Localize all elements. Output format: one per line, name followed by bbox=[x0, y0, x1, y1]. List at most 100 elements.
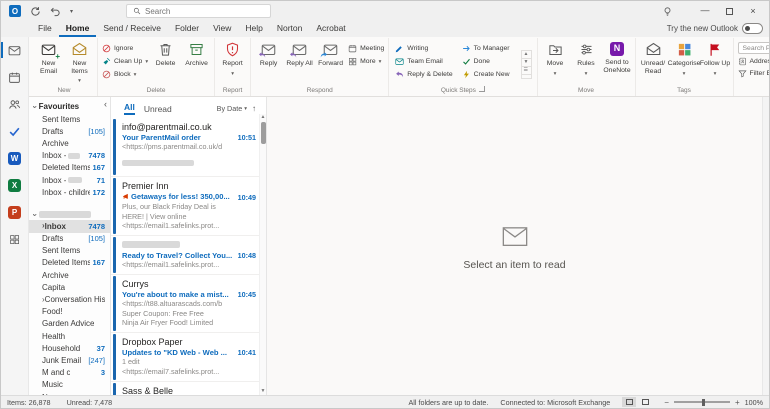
new-items-button[interactable]: New Items ▾ bbox=[64, 38, 95, 86]
tab-send-receive[interactable]: Send / Receive bbox=[96, 21, 168, 37]
zoom-level[interactable]: 100% bbox=[745, 398, 763, 407]
unread-read-button[interactable]: Unread/ Read bbox=[638, 38, 669, 75]
message-row[interactable]: Ready to Travel? Collect You... 10:48 <ht… bbox=[111, 236, 259, 276]
filter-unread-tab[interactable]: Unread bbox=[144, 104, 172, 114]
move-button[interactable]: Move ▾ bbox=[540, 38, 571, 78]
folder-junk-email[interactable]: Junk Email [247] bbox=[29, 354, 110, 366]
folder-inbox-children-fav[interactable]: Inbox - children...172 bbox=[29, 186, 110, 198]
block-button[interactable]: Block ▾ bbox=[102, 70, 148, 79]
folder-deleted-items-fav[interactable]: Deleted Items 167 bbox=[29, 162, 110, 174]
reading-pane-scrollbar-track[interactable] bbox=[762, 97, 769, 395]
scroll-up-icon[interactable]: ▲ bbox=[261, 114, 266, 121]
rail-todo[interactable] bbox=[1, 123, 28, 139]
favourites-header[interactable]: › Favourites bbox=[29, 98, 110, 113]
forward-button[interactable]: Forward bbox=[315, 38, 346, 68]
zoom-out-button[interactable]: − bbox=[664, 398, 669, 407]
report-button[interactable]: Report ▾ bbox=[217, 38, 248, 78]
folder-garden-advice[interactable]: Garden Advice bbox=[29, 318, 110, 330]
quick-step-done[interactable]: Done bbox=[462, 57, 510, 66]
tab-acrobat[interactable]: Acrobat bbox=[309, 21, 352, 37]
maximize-button[interactable] bbox=[717, 1, 741, 21]
filter-all-tab[interactable]: All bbox=[124, 102, 135, 115]
message-row[interactable]: Dropbox Paper Updates to "KD Web - Web .… bbox=[111, 333, 259, 382]
reply-button[interactable]: Reply bbox=[253, 38, 284, 68]
quick-step-writing[interactable]: Writing bbox=[395, 44, 452, 53]
tab-help[interactable]: Help bbox=[238, 21, 269, 37]
folder-sent-items-fav[interactable]: Sent Items bbox=[29, 113, 110, 125]
folder-food[interactable]: Food! bbox=[29, 306, 110, 318]
rail-mail[interactable] bbox=[1, 42, 28, 58]
message-row[interactable]: Sass & Belle Up to 40% off | Black Frida… bbox=[111, 382, 259, 395]
minimize-folder-pane-icon[interactable]: ‹ bbox=[104, 100, 107, 109]
zoom-slider-thumb[interactable] bbox=[701, 398, 705, 406]
normal-view-button[interactable] bbox=[622, 397, 637, 407]
follow-up-button[interactable]: Follow Up ▾ bbox=[700, 38, 731, 78]
new-outlook-toggle[interactable] bbox=[742, 23, 763, 34]
zoom-slider[interactable] bbox=[673, 398, 730, 406]
search-people-input[interactable]: Search People bbox=[737, 42, 769, 54]
coming-soon-lamp-icon[interactable] bbox=[655, 1, 679, 21]
archive-button[interactable]: Archive bbox=[181, 38, 212, 68]
zoom-in-button[interactable]: + bbox=[735, 398, 740, 407]
folder-archive[interactable]: Archive bbox=[29, 269, 110, 281]
message-row[interactable]: Premier Inn Getaways for less! 350,00...… bbox=[111, 177, 259, 237]
close-button[interactable]: × bbox=[741, 1, 765, 21]
tab-folder[interactable]: Folder bbox=[168, 21, 206, 37]
quick-steps-gallery-scroll[interactable]: ▲ ▼ ☰ bbox=[520, 50, 532, 79]
folder-conversation-history[interactable]: ›Conversation History bbox=[29, 293, 110, 305]
address-book-button[interactable]: Address Book bbox=[738, 57, 769, 66]
sort-by-date-dropdown[interactable]: By Date ▾ ↑ bbox=[217, 104, 256, 113]
categorise-button[interactable]: Categorise ▾ bbox=[668, 38, 700, 78]
quick-step-create-new[interactable]: Create New bbox=[462, 70, 510, 79]
folder-music[interactable]: Music bbox=[29, 379, 110, 391]
folder-household[interactable]: Household 37 bbox=[29, 342, 110, 354]
send-to-onenote-button[interactable]: N Send to OneNote bbox=[602, 38, 633, 74]
message-row[interactable]: info@parentmail.co.uk Your ParentMail or… bbox=[111, 118, 259, 178]
tab-view[interactable]: View bbox=[206, 21, 238, 37]
quick-step-reply-delete[interactable]: Reply & Delete bbox=[395, 70, 453, 79]
tab-file[interactable]: File bbox=[31, 21, 59, 37]
rail-more-apps[interactable] bbox=[1, 231, 28, 247]
folder-inbox-1-fav[interactable]: Inbox -7478 bbox=[29, 150, 110, 162]
account-header[interactable]: › bbox=[29, 207, 110, 220]
folder-deleted-items[interactable]: Deleted Items 167 bbox=[29, 257, 110, 269]
sort-ascending-icon[interactable]: ↑ bbox=[252, 104, 256, 113]
quick-step-to-manager[interactable]: To Manager bbox=[462, 44, 510, 53]
meeting-button[interactable]: Meeting bbox=[348, 44, 384, 53]
folder-inbox[interactable]: › Inbox 7478 bbox=[29, 220, 110, 233]
reading-view-button[interactable] bbox=[638, 397, 652, 407]
ignore-button[interactable]: Ignore bbox=[102, 44, 148, 53]
message-row[interactable]: Currys You're about to make a mist... 10:… bbox=[111, 275, 259, 334]
scrollbar-thumb[interactable] bbox=[260, 122, 266, 144]
folder-drafts-fav[interactable]: Drafts [105] bbox=[29, 125, 110, 137]
folder-m-and-c[interactable]: M and c3 bbox=[29, 367, 110, 379]
more-respond-button[interactable]: More ▾ bbox=[348, 57, 384, 66]
rail-powerpoint[interactable]: P bbox=[1, 204, 28, 220]
clean-up-button[interactable]: Clean Up ▾ bbox=[102, 57, 148, 66]
undo-icon[interactable] bbox=[50, 6, 61, 17]
folder-nursery[interactable]: Nursery bbox=[29, 391, 110, 395]
minimize-button[interactable]: — bbox=[693, 1, 717, 21]
message-list-scrollbar[interactable]: ▲ ▼ bbox=[259, 114, 266, 395]
folder-inbox-2-fav[interactable]: Inbox -71 bbox=[29, 174, 110, 186]
customize-toolbar-chevron-icon[interactable]: ▾ bbox=[70, 8, 73, 15]
rail-excel[interactable]: X bbox=[1, 177, 28, 193]
reply-all-button[interactable]: Reply All bbox=[284, 38, 315, 68]
rail-people[interactable] bbox=[1, 96, 28, 112]
delete-button[interactable]: Delete bbox=[150, 38, 181, 68]
scroll-down-icon[interactable]: ▼ bbox=[261, 388, 266, 395]
quick-steps-dialog-launcher-icon[interactable] bbox=[478, 86, 485, 92]
folder-drafts[interactable]: Drafts [105] bbox=[29, 233, 110, 245]
rules-button[interactable]: Rules ▾ bbox=[571, 38, 602, 78]
send-receive-sync-icon[interactable] bbox=[30, 6, 41, 17]
folder-capita[interactable]: Capita bbox=[29, 281, 110, 293]
tab-norton[interactable]: Norton bbox=[270, 21, 310, 37]
folder-archive-fav[interactable]: Archive bbox=[29, 137, 110, 149]
new-email-button[interactable]: + New Email bbox=[33, 38, 64, 75]
filter-email-button[interactable]: Filter Email▾ bbox=[738, 69, 769, 78]
tab-home[interactable]: Home bbox=[58, 21, 97, 37]
rail-calendar[interactable] bbox=[1, 69, 28, 85]
quick-step-team-email[interactable]: Team Email bbox=[395, 57, 452, 66]
folder-sent-items[interactable]: Sent Items bbox=[29, 245, 110, 257]
folder-health[interactable]: Health bbox=[29, 330, 110, 342]
